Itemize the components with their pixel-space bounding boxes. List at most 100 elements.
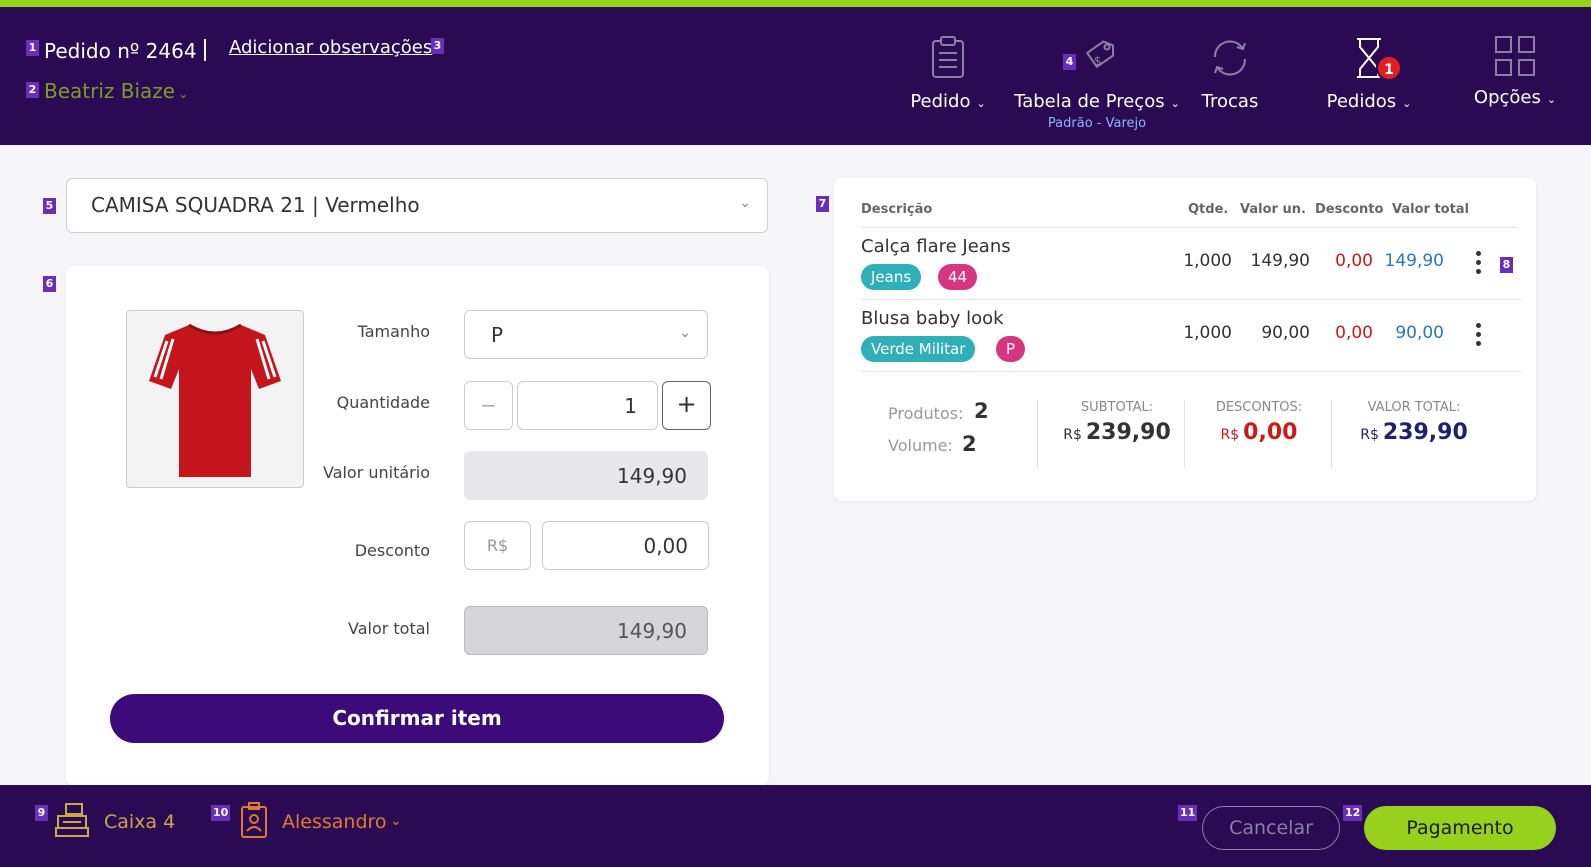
item-menu-icon[interactable] (1468, 323, 1488, 349)
currency-symbol: R$ (1360, 427, 1379, 443)
item-discount: 0,00 (1335, 251, 1373, 271)
hint-badge-5: 5 (43, 198, 56, 214)
col-description: Descrição (861, 202, 933, 217)
size-select[interactable]: P ⌄ (464, 310, 708, 359)
clipboard-icon (932, 36, 964, 78)
hint-badge-3: 3 (431, 38, 444, 54)
totals-divider (1331, 400, 1332, 468)
chevron-down-icon: ⌄ (1402, 97, 1412, 110)
chevron-down-icon: ⌄ (1546, 93, 1557, 106)
unit-price-field: 149,90 (464, 451, 708, 500)
customer-name: Beatriz Biaze (44, 79, 176, 103)
item-qty: 1,000 (1183, 323, 1232, 343)
hint-badge-12: 12 (1343, 805, 1363, 821)
hint-badge-10: 10 (211, 805, 231, 821)
item-total: 90,00 (1395, 323, 1444, 343)
totals-divider (1037, 400, 1038, 468)
products-count-value: 2 (974, 399, 989, 423)
nav-pedidos[interactable]: Pedidos ⌄ (1314, 35, 1424, 112)
item-name: Calça flare Jeans (861, 236, 1011, 257)
order-title: Pedido nº 2464 (44, 39, 197, 63)
price-tag-icon: $ (1085, 40, 1115, 69)
badge-id-icon (241, 802, 267, 838)
col-qty: Qtde. (1188, 202, 1229, 217)
nav-price-table[interactable]: $ Tabela de Preços ⌄ Padrão - Varejo (1012, 35, 1182, 131)
cash-register-selector[interactable]: Caixa 4 (54, 795, 178, 845)
title-separator (204, 39, 206, 61)
grand-total-label: VALOR TOTAL: (1367, 400, 1461, 415)
currency-symbol: R$ (1063, 427, 1082, 443)
hint-badge-11: 11 (1178, 805, 1198, 821)
seller-name: Alessandro (282, 811, 387, 833)
col-unit-price: Valor un. (1240, 202, 1306, 217)
subtotal-value: 239,90 (1085, 420, 1171, 445)
nav-price-table-label: Tabela de Preços (1014, 91, 1165, 112)
hint-badge-1: 1 (26, 40, 39, 56)
row-divider (861, 371, 1521, 372)
chevron-down-icon: ⌄ (390, 813, 402, 829)
product-select[interactable]: CAMISA SQUADRA 21 | Vermelho ⌄ (66, 178, 768, 233)
payment-button[interactable]: Pagamento (1364, 806, 1556, 850)
size-label: Tamanho (357, 322, 430, 341)
hint-badge-8: 8 (1500, 257, 1513, 273)
footer-bar: 9 Caixa 4 10 Alessandro ⌄ 11 Cancelar 12… (0, 785, 1591, 867)
hint-badge-6: 6 (43, 276, 56, 292)
volume-value: 2 (962, 432, 977, 456)
chevron-down-icon: ⌄ (178, 87, 189, 101)
grand-total-value: 239,90 (1382, 420, 1468, 445)
totals-divider (1184, 400, 1185, 468)
svg-text:$: $ (1094, 54, 1102, 68)
discounts-label: DESCONTOS: (1215, 400, 1303, 415)
nav-pedido-label: Pedido (910, 91, 971, 112)
col-discount: Desconto (1315, 202, 1384, 217)
chevron-down-icon: ⌄ (1170, 97, 1180, 110)
nav-trocas[interactable]: Trocas (1195, 35, 1265, 112)
nav-pedidos-label: Pedidos (1326, 91, 1397, 112)
item-color-tag: Jeans (861, 264, 922, 290)
confirm-item-button[interactable]: Confirmar item (110, 694, 724, 743)
nav-opcoes-label: Opções (1473, 87, 1541, 108)
item-total: 149,90 (1384, 251, 1444, 271)
item-discount: 0,00 (1335, 323, 1373, 343)
item-qty: 1,000 (1183, 251, 1232, 271)
seller-selector[interactable]: Alessandro ⌄ (240, 795, 415, 845)
grand-total-amount: R$ 239,90 (1339, 420, 1489, 445)
exchange-icon (1213, 40, 1247, 76)
currency-symbol: R$ (1220, 427, 1240, 443)
discount-label: Desconto (354, 541, 430, 560)
hint-badge-2: 2 (26, 82, 39, 98)
item-size-tag: P (996, 336, 1026, 362)
subtotal-amount: R$ 239,90 (1047, 420, 1187, 445)
price-table-name: Padrão - Varejo (1047, 116, 1147, 131)
item-color-tag: Verde Militar (861, 336, 976, 362)
product-select-value: CAMISA SQUADRA 21 | Vermelho (91, 193, 420, 217)
row-divider (861, 299, 1521, 300)
order-summary-card: Descrição Qtde. Valor un. Desconto Valor… (834, 178, 1536, 501)
header-divider (861, 227, 1516, 228)
discount-input[interactable]: 0,00 (542, 521, 709, 570)
chevron-down-icon: ⌄ (739, 195, 751, 211)
discount-type-toggle[interactable]: R$ (464, 521, 531, 570)
item-menu-icon[interactable] (1468, 251, 1488, 277)
quantity-increase-button[interactable]: + (662, 381, 711, 430)
quantity-label: Quantidade (336, 393, 430, 412)
customer-selector[interactable]: Beatriz Biaze ⌄ (44, 79, 188, 103)
quantity-decrease-button[interactable]: − (464, 381, 513, 430)
chevron-down-icon: ⌄ (976, 97, 986, 110)
products-count-label: Produtos: (888, 404, 964, 423)
subtotal-label: SUBTOTAL: (1080, 400, 1154, 415)
item-form-card: Tamanho P ⌄ Quantidade − 1 + Valor unitá… (66, 266, 769, 786)
total-value-field: 149,90 (464, 606, 708, 655)
hint-badge-7: 7 (816, 196, 829, 212)
item-name: Blusa baby look (861, 308, 1004, 329)
add-notes-link[interactable]: Adicionar observações (229, 37, 432, 58)
size-value: P (491, 323, 504, 347)
nav-pedido[interactable]: Pedido ⌄ (908, 35, 988, 112)
grid-icon (1495, 36, 1535, 76)
nav-opcoes[interactable]: Opções ⌄ (1465, 35, 1565, 108)
item-size-tag: 44 (938, 264, 978, 290)
header-bar: 1 Pedido nº 2464 Adicionar observações 3… (0, 7, 1591, 145)
quantity-input[interactable]: 1 (517, 381, 658, 430)
cancel-button[interactable]: Cancelar (1202, 806, 1340, 850)
total-value-label: Valor total (348, 619, 430, 638)
